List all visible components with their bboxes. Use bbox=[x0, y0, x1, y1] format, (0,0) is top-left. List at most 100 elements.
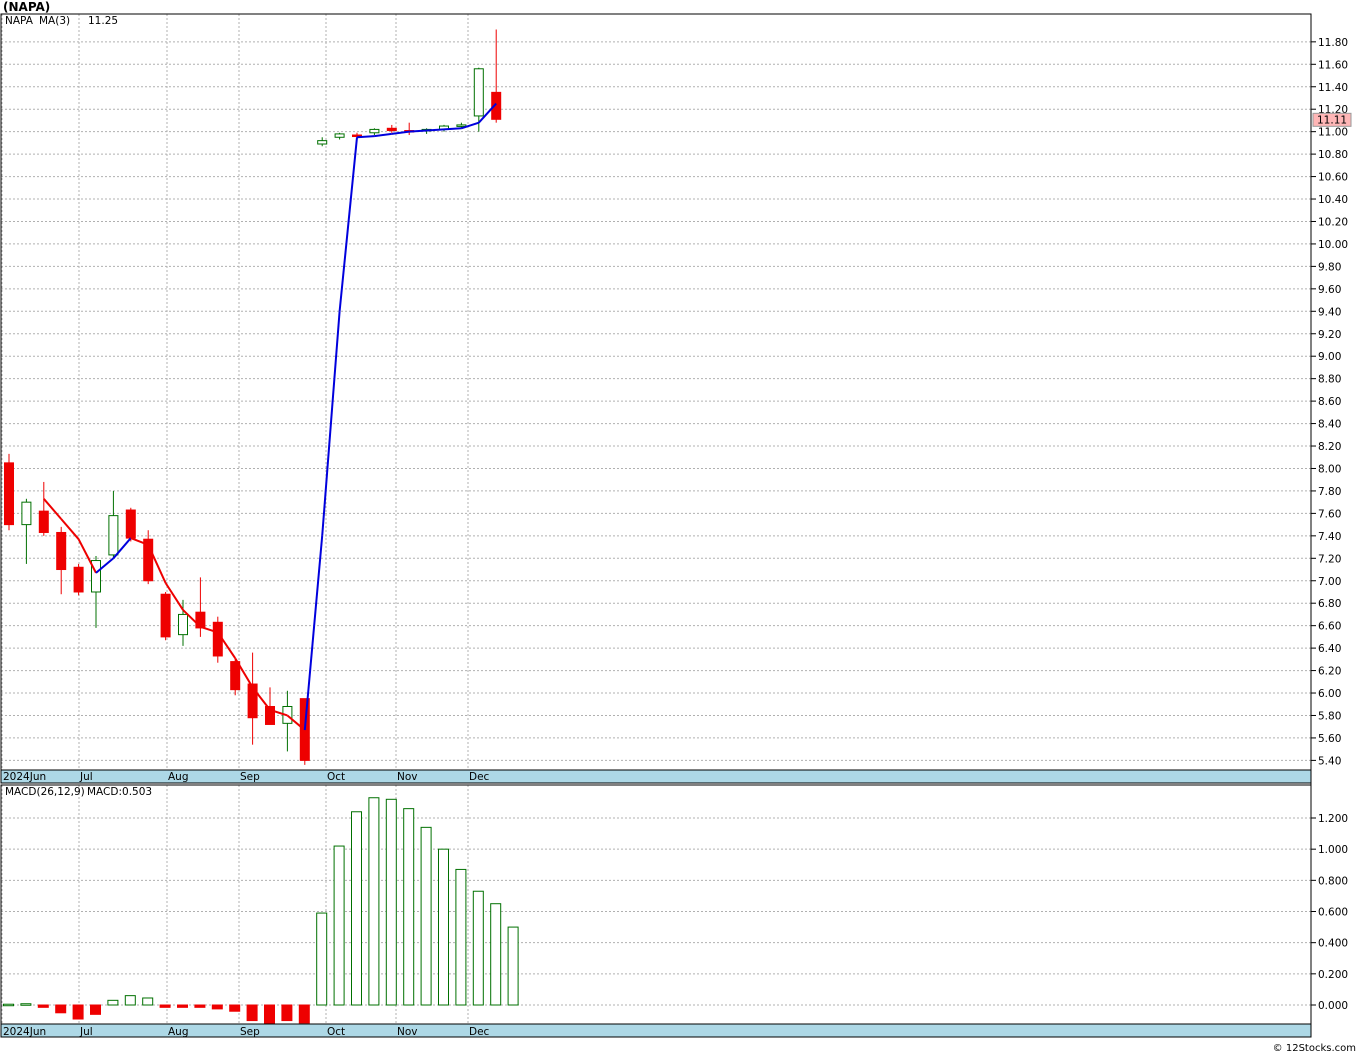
macd-bar-positive bbox=[385, 798, 397, 1006]
macd-y-tick-label: 0.000 bbox=[1318, 1000, 1348, 1012]
macd-bar-negative bbox=[90, 1004, 101, 1015]
candle-up bbox=[473, 68, 484, 117]
macd-bar-negative bbox=[159, 1004, 171, 1008]
macd-bar-negative bbox=[194, 1004, 206, 1008]
price-y-tick-label: 7.00 bbox=[1318, 576, 1341, 588]
macd-bar-positive bbox=[333, 845, 345, 1006]
macd-y-tick-label: 0.800 bbox=[1318, 875, 1348, 887]
macd-y-tick-label: 1.200 bbox=[1318, 813, 1348, 825]
macd-bar-positive bbox=[490, 903, 502, 1006]
macd-bar-positive bbox=[142, 997, 154, 1006]
price-x-axis-label: 2024Jun bbox=[3, 771, 46, 783]
macd-x-axis-label: Oct bbox=[327, 1026, 345, 1038]
macd-legend-label: MACD(26,12,9) bbox=[5, 786, 85, 798]
candle-down bbox=[386, 127, 397, 132]
macd-bar-positive bbox=[438, 848, 449, 1006]
macd-bar-negative bbox=[229, 1004, 241, 1012]
price-y-tick-label: 9.80 bbox=[1318, 261, 1341, 273]
price-y-tick-label: 5.80 bbox=[1318, 710, 1341, 722]
macd-panel-frame bbox=[0, 784, 1312, 1025]
macd-y-tick-label: 0.400 bbox=[1318, 938, 1348, 950]
price-y-tick-label: 6.00 bbox=[1318, 688, 1341, 700]
macd-bar-positive bbox=[316, 912, 328, 1006]
price-y-tick-label: 7.40 bbox=[1318, 531, 1341, 543]
price-y-tick-label: 11.00 bbox=[1318, 127, 1348, 139]
price-y-tick-label: 8.80 bbox=[1318, 374, 1341, 386]
last-price-tag-label: 11.11 bbox=[1317, 114, 1347, 126]
price-y-tick-label: 5.40 bbox=[1318, 755, 1341, 767]
macd-x-axis-label: Aug bbox=[168, 1026, 189, 1038]
candle-up bbox=[108, 515, 119, 556]
candle-down bbox=[4, 462, 14, 526]
ma3-segment bbox=[409, 129, 427, 133]
candle-up bbox=[178, 613, 188, 636]
price-y-tick-label: 11.60 bbox=[1318, 59, 1348, 71]
price-y-tick-label: 8.00 bbox=[1318, 463, 1341, 475]
candle-up bbox=[334, 133, 345, 138]
price-y-tick-label: 10.60 bbox=[1318, 172, 1348, 184]
credit-text: © 12Stocks.com bbox=[1272, 1043, 1356, 1054]
candle-up bbox=[369, 128, 380, 134]
candle-up bbox=[456, 124, 467, 127]
macd-x-axis-label: Sep bbox=[240, 1026, 260, 1038]
price-x-axis-label: Aug bbox=[168, 771, 189, 783]
price-y-tick-label: 8.20 bbox=[1318, 441, 1341, 453]
price-panel-frame bbox=[0, 13, 1312, 771]
price-y-tick-label: 9.60 bbox=[1318, 284, 1341, 296]
price-y-tick-label: 10.80 bbox=[1318, 149, 1348, 161]
price-y-tick-label: 8.60 bbox=[1318, 396, 1341, 408]
ma3-segment bbox=[374, 132, 392, 138]
macd-bar-negative bbox=[55, 1004, 67, 1014]
macd-bar-negative bbox=[72, 1004, 84, 1020]
macd-bar-positive bbox=[107, 999, 119, 1006]
macd-bar-negative bbox=[298, 1004, 310, 1024]
candle-down bbox=[247, 683, 258, 719]
macd-bar-negative bbox=[264, 1004, 275, 1025]
macd-x-axis-label: 2024Jun bbox=[3, 1026, 46, 1038]
candle-up bbox=[21, 501, 32, 526]
candle-down bbox=[56, 531, 67, 571]
macd-x-axis-label: Nov bbox=[397, 1026, 418, 1038]
price-x-axis-label: Oct bbox=[327, 771, 345, 783]
price-y-tick-label: 6.40 bbox=[1318, 643, 1341, 655]
price-y-tick-label: 5.60 bbox=[1318, 733, 1341, 745]
macd-bar-positive bbox=[351, 811, 362, 1006]
candle-up bbox=[317, 140, 328, 145]
price-legend-ma-value: 11.25 bbox=[88, 15, 118, 27]
price-y-tick-label: 8.40 bbox=[1318, 419, 1341, 431]
ma3-segment bbox=[426, 128, 445, 132]
macd-bar-negative bbox=[246, 1004, 258, 1022]
macd-bar-positive bbox=[124, 995, 136, 1006]
price-y-tick-label: 10.20 bbox=[1318, 216, 1348, 228]
price-y-tick-label: 7.60 bbox=[1318, 508, 1341, 520]
price-y-tick-label: 11.40 bbox=[1318, 82, 1348, 94]
price-y-tick-label: 6.20 bbox=[1318, 666, 1341, 678]
price-x-axis-label: Sep bbox=[240, 771, 260, 783]
candle-down bbox=[73, 566, 84, 593]
ma3-segment bbox=[303, 535, 324, 731]
macd-bar-positive bbox=[3, 1003, 14, 1007]
macd-bar-positive bbox=[368, 797, 380, 1006]
candle-down bbox=[230, 661, 241, 691]
price-y-tick-label: 10.40 bbox=[1318, 194, 1348, 206]
candle-down bbox=[212, 621, 223, 657]
price-x-axis-label: Dec bbox=[469, 771, 490, 783]
macd-y-tick-label: 0.600 bbox=[1318, 907, 1348, 919]
candle-down bbox=[125, 509, 136, 539]
price-legend-ma-label: MA(3) bbox=[39, 15, 70, 27]
macd-x-axis-label: Jul bbox=[79, 1026, 93, 1038]
price-y-tick-label: 9.40 bbox=[1318, 306, 1341, 318]
ma3-segment bbox=[443, 127, 462, 131]
macd-legend-value: MACD:0.503 bbox=[87, 786, 152, 798]
ma3-segment bbox=[356, 135, 375, 139]
price-y-tick-label: 7.20 bbox=[1318, 553, 1341, 565]
stock-chart-svg: 5.40 5.60 5.80 6.00 6.20 6.40 6.60 6.80 7.00 7.20… bbox=[0, 13, 1352, 1038]
price-y-tick-label: 7.80 bbox=[1318, 486, 1341, 498]
price-y-tick-label: 10.00 bbox=[1318, 239, 1348, 251]
macd-y-tick-label: 1.000 bbox=[1318, 844, 1348, 856]
macd-x-axis-label: Dec bbox=[469, 1026, 490, 1038]
price-y-tick-label: 6.80 bbox=[1318, 598, 1341, 610]
macd-bar-positive bbox=[472, 890, 484, 1006]
macd-bar-negative bbox=[177, 1004, 188, 1008]
macd-bar-positive bbox=[420, 826, 432, 1006]
